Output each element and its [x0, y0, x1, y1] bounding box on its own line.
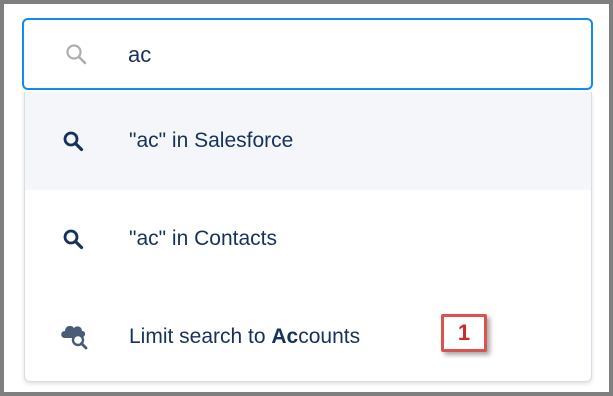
option-label: Limit search to Accounts	[129, 325, 361, 348]
option-search-contacts[interactable]: "ac" in Contacts	[25, 190, 591, 288]
search-icon	[61, 129, 85, 153]
option-search-salesforce[interactable]: "ac" in Salesforce	[25, 92, 591, 190]
screenshot-frame: ac "ac" in Salesforce "ac" in Contacts L…	[0, 0, 613, 396]
search-input[interactable]: ac	[22, 18, 593, 90]
search-icon	[61, 227, 85, 251]
match-highlight: Ac	[271, 325, 299, 348]
option-label: "ac" in Contacts	[129, 227, 277, 250]
option-limit-search-accounts[interactable]: Limit search to Accounts	[25, 288, 591, 381]
cloud-search-icon	[59, 322, 89, 350]
callout-badge: 1	[441, 314, 487, 352]
search-value: ac	[128, 42, 152, 67]
search-suggestions-dropdown: "ac" in Salesforce "ac" in Contacts Limi…	[24, 92, 592, 382]
search-icon	[64, 42, 88, 66]
option-label: "ac" in Salesforce	[129, 129, 294, 152]
